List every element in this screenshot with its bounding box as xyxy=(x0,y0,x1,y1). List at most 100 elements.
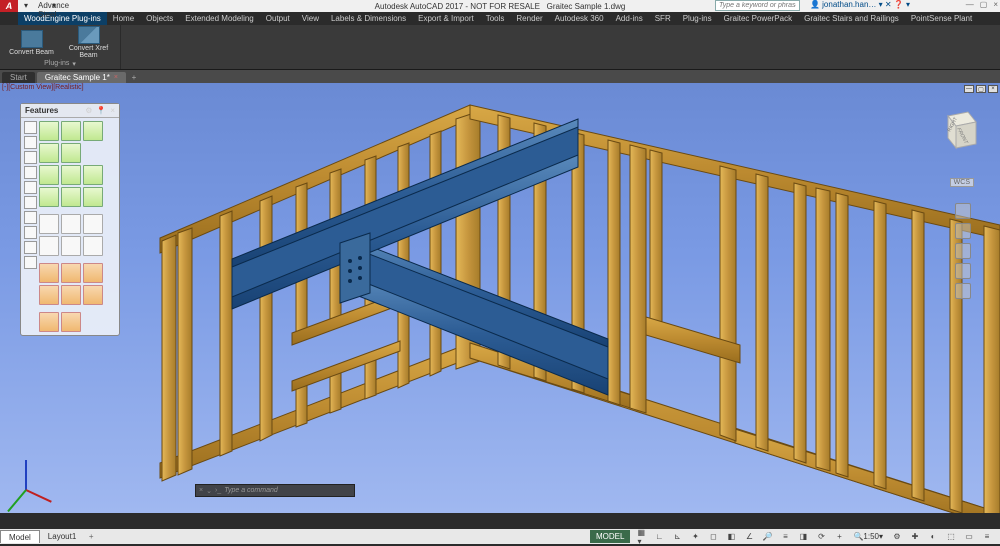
qat-dropdown-icon[interactable]: ▾ xyxy=(52,1,62,11)
gear-icon[interactable]: ⚙ xyxy=(85,106,92,115)
tool-mini-7[interactable] xyxy=(24,211,37,224)
tab-graitec-powerpack[interactable]: Graitec PowerPack xyxy=(718,12,798,25)
status-gear-icon[interactable]: ⚙ xyxy=(890,530,904,543)
tab-view[interactable]: View xyxy=(296,12,325,25)
close-icon[interactable]: × xyxy=(114,74,118,81)
viewcube[interactable]: RIGHT FRONT xyxy=(936,108,980,152)
cmdline-close-icon[interactable]: × xyxy=(199,487,203,494)
convert-xref-beam-button[interactable]: Convert Xref Beam xyxy=(61,26,116,59)
tab-woodengine[interactable]: WoodEngine Plug-ins xyxy=(18,12,107,25)
ucs-icon[interactable] xyxy=(15,445,65,495)
search-input[interactable] xyxy=(715,0,800,11)
feature-e3[interactable] xyxy=(83,214,103,234)
model-tab[interactable]: Model xyxy=(0,530,40,543)
feature-e2[interactable] xyxy=(61,214,81,234)
feature-d2[interactable] xyxy=(61,187,81,207)
nav-zoom-icon[interactable] xyxy=(955,243,971,259)
feature-c2[interactable] xyxy=(61,165,81,185)
command-line[interactable]: × ⌄ ›_ Type a command xyxy=(195,484,355,497)
tool-mini-8[interactable] xyxy=(24,226,37,239)
feature-g2[interactable] xyxy=(61,263,81,283)
tab-extended-modeling[interactable]: Extended Modeling xyxy=(179,12,260,25)
tab-home[interactable]: Home xyxy=(107,12,140,25)
nav-showmotion-icon[interactable] xyxy=(955,283,971,299)
tab-tools[interactable]: Tools xyxy=(480,12,511,25)
status-snap-icon[interactable]: ∟ xyxy=(652,530,666,543)
status-grid-icon[interactable]: ▦ ▾ xyxy=(634,530,648,543)
panel-dropdown-icon[interactable]: ▾ xyxy=(72,60,76,68)
status-3dosnap-icon[interactable]: ◧ xyxy=(724,530,738,543)
tool-mini-9[interactable] xyxy=(24,241,37,254)
tool-mini-1[interactable] xyxy=(24,121,37,134)
feature-d3[interactable] xyxy=(83,187,103,207)
feature-a2[interactable] xyxy=(61,121,81,141)
close-button[interactable]: × xyxy=(993,0,998,9)
status-cleanscreen-icon[interactable]: ▭ xyxy=(962,530,976,543)
feature-a3[interactable] xyxy=(83,121,103,141)
pin-icon[interactable]: 📍 xyxy=(96,106,106,115)
feature-c3[interactable] xyxy=(83,165,103,185)
quick-access-toolbar[interactable]: ▾ Advance Steel ▾ xyxy=(18,1,68,11)
tool-mini-4[interactable] xyxy=(24,166,37,179)
tool-mini-3[interactable] xyxy=(24,151,37,164)
tab-pointsense[interactable]: PointSense Plant xyxy=(905,12,978,25)
user-account[interactable]: 👤 jonathan.han… ▾ ✕ ❓ ▾ xyxy=(810,0,910,9)
status-annomonitor-icon[interactable]: + xyxy=(832,530,846,543)
feature-g1[interactable] xyxy=(39,263,59,283)
add-layout-button[interactable]: + xyxy=(84,532,98,541)
tab-output[interactable]: Output xyxy=(260,12,296,25)
new-tab-button[interactable]: + xyxy=(128,72,140,83)
tab-addins[interactable]: Add-ins xyxy=(610,12,649,25)
feature-f1[interactable] xyxy=(39,236,59,256)
infocenter-search[interactable] xyxy=(715,0,800,12)
nav-pan-icon[interactable] xyxy=(955,223,971,239)
cmdline-customize-icon[interactable]: ⌄ xyxy=(206,487,212,495)
tool-mini-5[interactable] xyxy=(24,181,37,194)
nav-orbit-icon[interactable] xyxy=(955,263,971,279)
feature-g3[interactable] xyxy=(83,263,103,283)
qat-advance-steel[interactable]: Advance Steel xyxy=(38,1,48,11)
nav-wheel-icon[interactable] xyxy=(955,203,971,219)
doc-tab-graitec-sample[interactable]: Graitec Sample 1*× xyxy=(37,72,126,83)
tab-render[interactable]: Render xyxy=(510,12,548,25)
status-workspace-icon[interactable]: ✚ xyxy=(908,530,922,543)
feature-f3[interactable] xyxy=(83,236,103,256)
layout1-tab[interactable]: Layout1 xyxy=(40,530,84,543)
tool-mini-10[interactable] xyxy=(24,256,37,269)
tab-objects[interactable]: Objects xyxy=(140,12,179,25)
viewport[interactable]: [-][Custom View][Realistic] — ▢ × xyxy=(0,83,1000,513)
feature-c1[interactable] xyxy=(39,165,59,185)
feature-b2[interactable] xyxy=(61,143,81,163)
tab-sfr[interactable]: SFR xyxy=(649,12,677,25)
app-logo[interactable]: A xyxy=(0,0,18,12)
feature-i2[interactable] xyxy=(61,312,81,332)
tab-graitec-stairs[interactable]: Graitec Stairs and Railings xyxy=(798,12,905,25)
qat-icon[interactable]: ▾ xyxy=(24,1,34,11)
maximize-button[interactable]: ▢ xyxy=(980,0,988,9)
status-lineweight-icon[interactable]: ≡ xyxy=(778,530,792,543)
status-model[interactable]: MODEL xyxy=(590,530,630,543)
feature-i1[interactable] xyxy=(39,312,59,332)
feature-b1[interactable] xyxy=(39,143,59,163)
feature-a1[interactable] xyxy=(39,121,59,141)
status-polar-icon[interactable]: ✦ xyxy=(688,530,702,543)
status-annoscale[interactable]: 🔍 1:50 ▾ xyxy=(850,530,886,543)
tool-mini-2[interactable] xyxy=(24,136,37,149)
feature-h2[interactable] xyxy=(61,285,81,305)
feature-h3[interactable] xyxy=(83,285,103,305)
status-osnap-icon[interactable]: ◻ xyxy=(706,530,720,543)
tab-labels-dimensions[interactable]: Labels & Dimensions xyxy=(325,12,412,25)
status-transparency-icon[interactable]: ◨ xyxy=(796,530,810,543)
doc-tab-start[interactable]: Start xyxy=(2,72,35,83)
tool-mini-6[interactable] xyxy=(24,196,37,209)
tab-plugins[interactable]: Plug-ins xyxy=(677,12,718,25)
convert-beam-button[interactable]: Convert Beam xyxy=(4,26,59,59)
minimize-button[interactable]: — xyxy=(966,0,974,9)
feature-f2[interactable] xyxy=(61,236,81,256)
status-cycling-icon[interactable]: ⟳ xyxy=(814,530,828,543)
panel-close-icon[interactable]: × xyxy=(110,106,115,115)
status-customize-icon[interactable]: ≡ xyxy=(980,530,994,543)
status-otrack-icon[interactable]: ∠ xyxy=(742,530,756,543)
feature-d1[interactable] xyxy=(39,187,59,207)
feature-h1[interactable] xyxy=(39,285,59,305)
